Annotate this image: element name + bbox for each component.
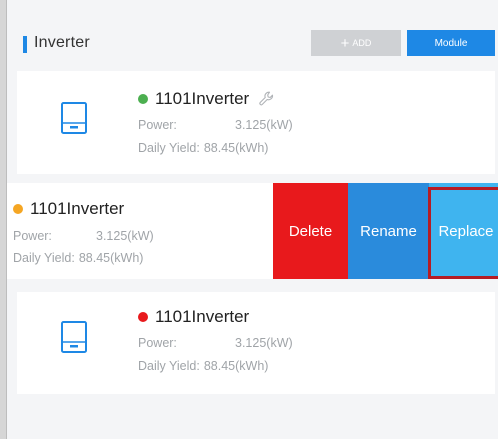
- device-name: 1101Inverter: [155, 89, 250, 108]
- yield-value: 88.45(kWh): [203, 141, 269, 155]
- status-dot: [138, 94, 148, 104]
- power-row: Power: 3.125(kW): [138, 118, 293, 132]
- delete-button[interactable]: Delete: [273, 183, 348, 279]
- rename-button[interactable]: Rename: [348, 183, 429, 279]
- power-label: Power:: [138, 118, 177, 132]
- module-button-label: Module: [434, 37, 468, 49]
- power-value: 3.125(kW): [96, 229, 154, 243]
- status-dot: [138, 312, 148, 322]
- power-row: Power: 3.125(kW): [138, 336, 293, 350]
- yield-label: Daily Yield:: [138, 141, 200, 155]
- title-accent-bar: [23, 36, 27, 53]
- rename-button-label: Rename: [360, 222, 417, 240]
- power-value: 3.125(kW): [235, 336, 293, 350]
- device-card-swiped[interactable]: 1101Inverter Power: 3.125(kW) Daily Yiel…: [7, 183, 498, 279]
- device-name-row: 1101Inverter: [138, 307, 249, 327]
- power-label: Power:: [13, 229, 52, 243]
- app-frame: Inverter + ADD Module 1101Inverter Power…: [6, 0, 498, 439]
- yield-row: Daily Yield: 88.45(kWh): [138, 359, 268, 373]
- delete-button-label: Delete: [288, 222, 333, 240]
- yield-row: Daily Yield: 88.45(kWh): [138, 141, 268, 155]
- yield-value: 88.45(kWh): [203, 359, 269, 373]
- add-button-label: ADD: [352, 38, 372, 48]
- status-dot: [13, 204, 23, 214]
- device-name-row: 1101Inverter: [138, 89, 276, 109]
- inverter-device-icon: [60, 320, 88, 354]
- add-button[interactable]: + ADD: [311, 30, 401, 56]
- yield-row: Daily Yield: 88.45(kWh): [13, 251, 143, 265]
- replace-button-label: Replace: [438, 222, 494, 240]
- device-name-row: 1101Inverter: [13, 199, 124, 219]
- inverter-device-icon: [60, 101, 88, 135]
- yield-label: Daily Yield:: [138, 359, 200, 373]
- page-title: Inverter: [34, 34, 90, 51]
- page-header: Inverter + ADD Module: [7, 0, 498, 66]
- module-button[interactable]: Module: [407, 30, 495, 56]
- yield-value: 88.45(kWh): [78, 251, 144, 265]
- device-card[interactable]: 1101Inverter Power: 3.125(kW) Daily Yiel…: [17, 71, 495, 174]
- power-label: Power:: [138, 336, 177, 350]
- wrench-icon[interactable]: [258, 90, 276, 108]
- replace-button[interactable]: Replace: [429, 183, 498, 279]
- yield-label: Daily Yield:: [13, 251, 75, 265]
- power-value: 3.125(kW): [235, 118, 293, 132]
- device-name: 1101Inverter: [155, 307, 250, 326]
- power-row: Power: 3.125(kW): [13, 229, 154, 243]
- device-card[interactable]: 1101Inverter Power: 3.125(kW) Daily Yiel…: [17, 292, 495, 394]
- device-name: 1101Inverter: [30, 199, 125, 218]
- plus-icon: +: [340, 34, 350, 52]
